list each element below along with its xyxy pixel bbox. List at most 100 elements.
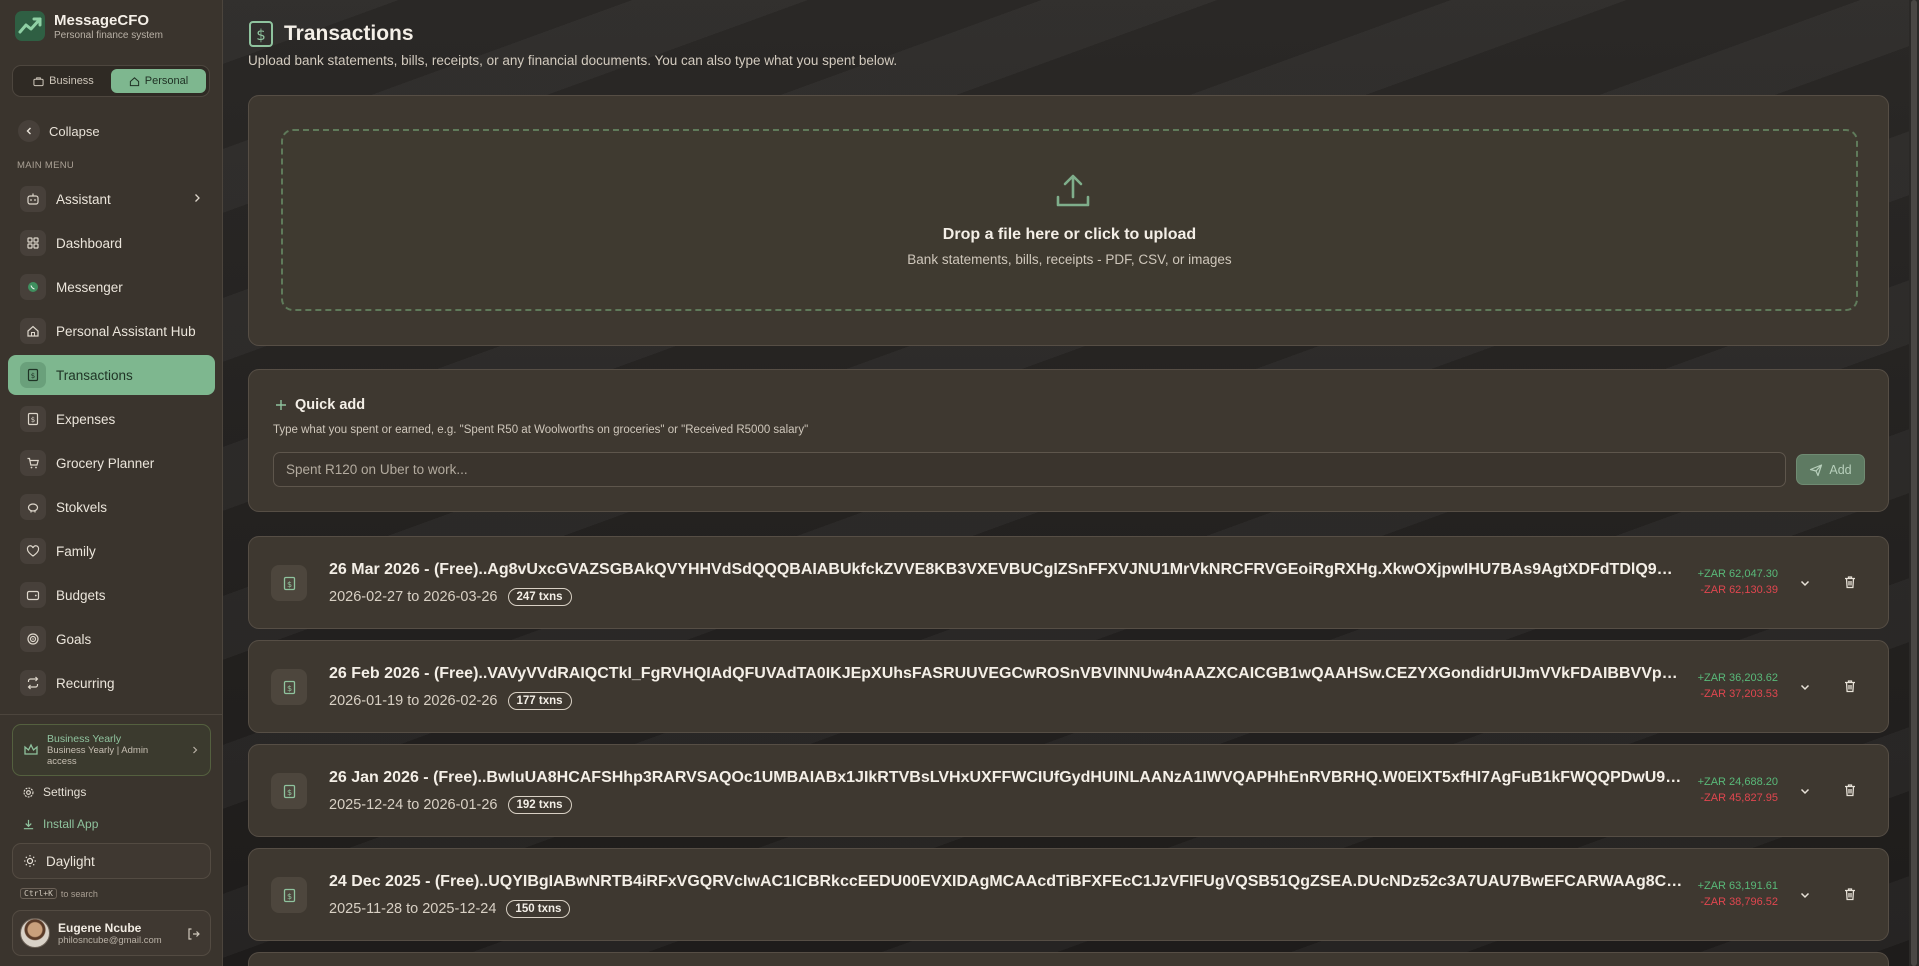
trash-icon[interactable] <box>1842 886 1858 902</box>
chevron-down-icon[interactable] <box>1798 888 1812 902</box>
statement-title: 26 Jan 2026 - (Free)..BwIuUA8HCAFSHhp3RA… <box>329 769 1683 786</box>
user-card[interactable]: Eugene Ncube philosncube@gmail.com <box>12 910 211 956</box>
user-name: Eugene Ncube <box>58 920 142 935</box>
nav-label: Dashboard <box>56 235 123 251</box>
trash-icon[interactable] <box>1842 678 1858 694</box>
chevron-right-icon <box>193 746 198 754</box>
user-email: philosncube@gmail.com <box>58 934 162 946</box>
txn-count-badge: 177 txns <box>507 692 572 710</box>
logout-icon[interactable] <box>186 927 200 941</box>
nav-label: Expenses <box>56 411 116 427</box>
statement-range-row: 2026-01-19 to 2026-02-26 177 txns <box>329 692 572 710</box>
trend-logo-icon <box>15 11 45 41</box>
statement-date-range: 2026-02-27 to 2026-03-26 <box>329 589 498 605</box>
plan-card[interactable]: Business Yearly Business Yearly | Admin … <box>12 724 211 776</box>
plan-subtitle: Business Yearly | Admin access <box>47 745 149 767</box>
nav-label: Goals <box>56 631 92 647</box>
app-tagline: Personal finance system <box>54 29 163 41</box>
statement-range-row: 2026-02-27 to 2026-03-26 247 txns <box>329 588 572 606</box>
statement-row[interactable]: $ 26 Feb 2026 - (Free)..VAVyVVdRAIQCTkI_… <box>248 640 1889 733</box>
trash-icon[interactable] <box>1842 574 1858 590</box>
theme-toggle[interactable]: Daylight <box>12 843 211 879</box>
dropzone-subtitle: Bank statements, bills, receipts - PDF, … <box>907 252 1232 267</box>
repeat-icon <box>20 670 46 696</box>
home-icon <box>20 318 46 344</box>
nav-item-personal-assistant-hub[interactable]: Personal Assistant Hub <box>8 311 215 351</box>
main-scrollbar[interactable] <box>1909 0 1919 966</box>
chevron-down-icon[interactable] <box>1798 784 1812 798</box>
nav-label: Assistant <box>56 191 111 207</box>
collapse-button[interactable]: Collapse <box>18 120 100 142</box>
mode-switch: Business Personal <box>12 65 210 97</box>
statement-row[interactable]: $ 26 Jan 2026 - (Free)..BwIuUA8HCAFSHhp3… <box>248 744 1889 837</box>
nav-item-expenses[interactable]: $ Expenses <box>8 399 215 439</box>
nav-item-recurring[interactable]: Recurring <box>8 663 215 703</box>
main-menu-caption: MAIN MENU <box>17 160 75 171</box>
statement-row[interactable]: $ 24 Dec 2025 - (Free)..UQYIBgIABwNRTB4i… <box>248 848 1889 941</box>
amount-out: -ZAR 38,796.52 <box>1700 896 1778 908</box>
txn-count-badge: 150 txns <box>506 900 571 918</box>
svg-text:$: $ <box>286 580 291 589</box>
amount-out: -ZAR 37,203.53 <box>1700 688 1778 700</box>
chevron-down-icon[interactable] <box>1798 680 1812 694</box>
wallet-icon <box>20 582 46 608</box>
page-header: $ Transactions <box>248 20 414 48</box>
nav-item-goals[interactable]: Goals <box>8 619 215 659</box>
trash-icon[interactable] <box>1842 782 1858 798</box>
settings-label: Settings <box>43 785 87 799</box>
download-icon <box>23 819 34 829</box>
install-app-label: Install App <box>43 817 99 831</box>
nav-item-assistant[interactable]: Assistant <box>8 179 215 219</box>
statement-date-range: 2025-12-24 to 2026-01-26 <box>329 797 498 813</box>
svg-text:$: $ <box>286 892 291 901</box>
statement-doc-icon: $ <box>271 877 307 913</box>
file-dropzone[interactable]: Drop a file here or click to upload Bank… <box>281 129 1858 311</box>
nav-label: Budgets <box>56 587 106 603</box>
statement-row[interactable]: $ 26 Mar 2026 - (Free)..Ag8vUxcGVAZSGBAk… <box>248 536 1889 629</box>
nav-item-messenger[interactable]: Messenger <box>8 267 215 307</box>
nav-label: Grocery Planner <box>56 455 155 471</box>
chevron-down-icon[interactable] <box>1798 576 1812 590</box>
page-title: Transactions <box>284 22 414 45</box>
nav-label: Recurring <box>56 675 115 691</box>
statement-range-row: 2025-11-28 to 2025-12-24 150 txns <box>329 900 571 918</box>
settings-link[interactable]: Settings <box>22 785 86 799</box>
theme-label: Daylight <box>46 853 95 869</box>
add-button[interactable]: Add <box>1796 454 1865 485</box>
nav-label: Personal Assistant Hub <box>56 323 196 339</box>
statement-row-partial[interactable] <box>248 952 1889 966</box>
quick-add-input[interactable] <box>273 452 1786 487</box>
statement-title: 26 Mar 2026 - (Free)..Ag8vUxcGVAZSGBAkQV… <box>329 561 1683 578</box>
nav-item-transactions[interactable]: $ Transactions <box>8 355 215 395</box>
nav-label: Stokvels <box>56 499 108 515</box>
amount-in: +ZAR 62,047.30 <box>1697 568 1778 580</box>
brand[interactable]: MessageCFO Personal finance system <box>14 10 163 42</box>
business-mode-button[interactable]: Business <box>16 69 111 93</box>
statement-date-range: 2025-11-28 to 2025-12-24 <box>329 901 497 917</box>
whatsapp-icon <box>20 274 46 300</box>
grid-icon <box>20 230 46 256</box>
statement-doc-icon: $ <box>271 565 307 601</box>
dropzone-title: Drop a file here or click to upload <box>942 226 1197 243</box>
shortcut-key: Ctrl+K <box>20 888 57 899</box>
scrollbar-thumb[interactable] <box>1911 0 1917 966</box>
amount-in: +ZAR 24,688.20 <box>1697 776 1778 788</box>
nav-item-budgets[interactable]: Budgets <box>8 575 215 615</box>
install-app-link[interactable]: Install App <box>22 817 98 831</box>
nav-item-dashboard[interactable]: Dashboard <box>8 223 215 263</box>
target-icon <box>20 626 46 652</box>
statement-doc-icon: $ <box>271 669 307 705</box>
statement-range-row: 2025-12-24 to 2026-01-26 192 txns <box>329 796 572 814</box>
sun-icon <box>24 855 36 867</box>
nav-label: Family <box>56 543 96 559</box>
nav-label: Messenger <box>56 279 123 295</box>
nav-item-stokvels[interactable]: Stokvels <box>8 487 215 527</box>
plus-icon <box>276 400 286 410</box>
nav-item-grocery-planner[interactable]: Grocery Planner <box>8 443 215 483</box>
personal-mode-button[interactable]: Personal <box>111 69 206 93</box>
nav-item-family[interactable]: Family <box>8 531 215 571</box>
svg-text:$: $ <box>31 416 35 424</box>
upload-panel: Drop a file here or click to upload Bank… <box>248 95 1889 346</box>
upload-icon <box>1056 174 1090 207</box>
dollar-doc-icon: $ <box>249 21 273 47</box>
